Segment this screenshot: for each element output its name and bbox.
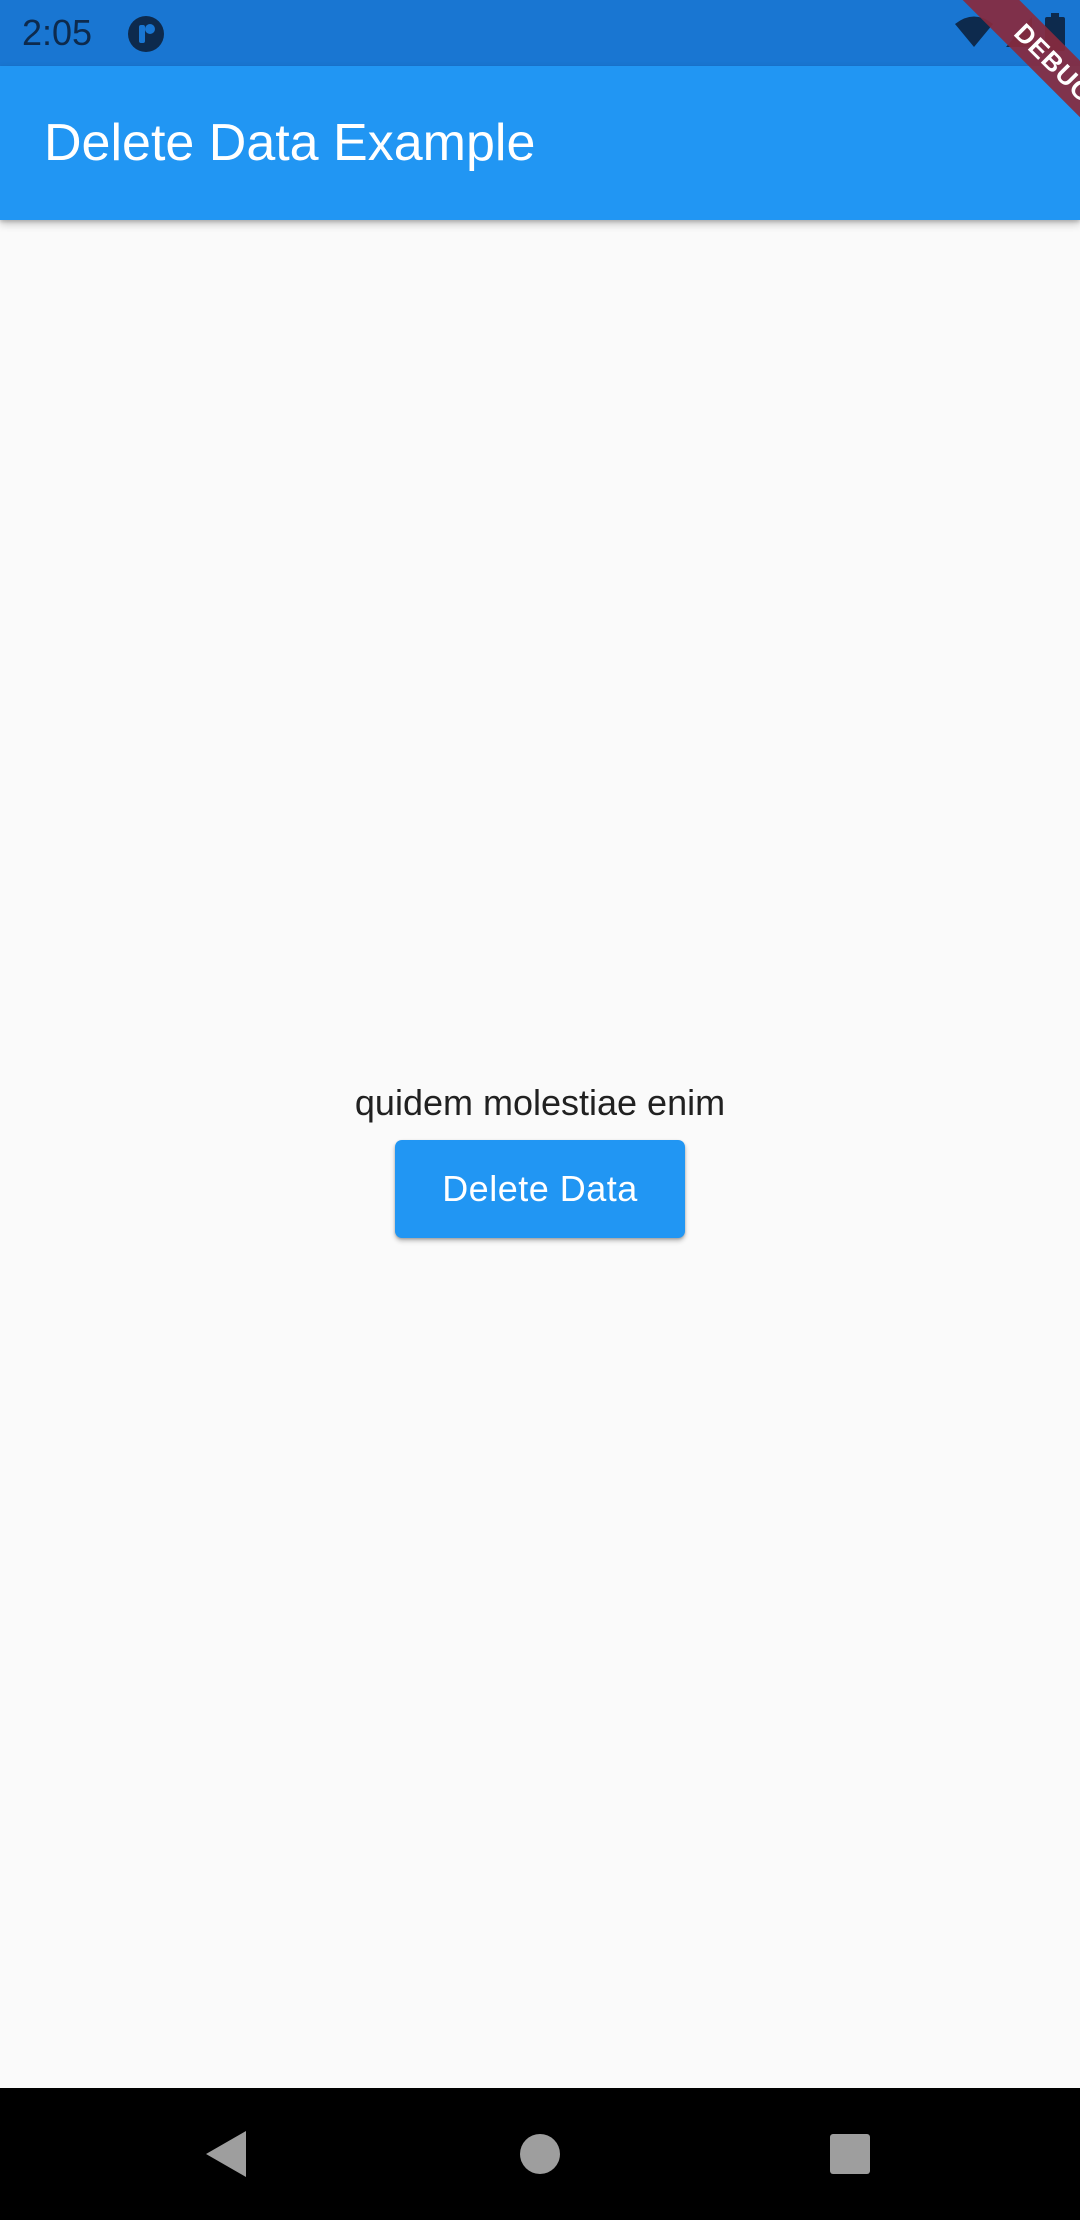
delete-data-button[interactable]: Delete Data bbox=[395, 1140, 685, 1238]
home-icon[interactable] bbox=[512, 2126, 568, 2182]
item-title: quidem molestiae enim bbox=[354, 1082, 726, 1123]
debug-banner: DEBUG bbox=[933, 0, 1080, 170]
debug-banner-container: DEBUG bbox=[910, 0, 1080, 170]
navigation-bar bbox=[0, 2088, 1080, 2220]
screen: 2:05 Delete Data Example DEBUG quidem mo… bbox=[0, 0, 1080, 2220]
status-time: 2:05 bbox=[22, 12, 93, 53]
recents-icon[interactable] bbox=[822, 2126, 878, 2182]
back-icon[interactable] bbox=[198, 2126, 254, 2182]
page-title: Delete Data Example bbox=[44, 114, 536, 172]
app-notification-icon bbox=[126, 14, 166, 54]
content-area: quidem molestiae enim Delete Data bbox=[0, 220, 1080, 2088]
